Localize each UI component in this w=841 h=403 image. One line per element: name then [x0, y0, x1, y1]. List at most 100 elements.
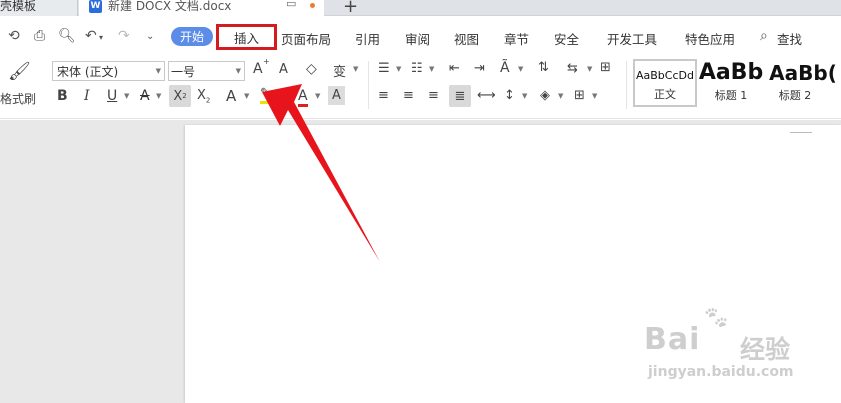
line-spacing-dropdown-icon[interactable]: ▼ [522, 92, 527, 100]
link-icon[interactable]: ⟲ [8, 28, 20, 44]
tab-bar: 稿壳模板 W 新建 DOCX 文档.docx ▭ + [0, 0, 841, 17]
tab-template-label: 稿壳模板 [0, 0, 37, 13]
font-size-select[interactable]: 一号 ▼ [168, 61, 245, 81]
italic-icon[interactable]: I [84, 88, 90, 104]
watermark-brand: Bai [644, 322, 701, 357]
superscript-glyph: X [173, 88, 183, 104]
tab-document[interactable]: W 新建 DOCX 文档.docx ▭ [79, 0, 324, 16]
paw-icon: 🐾︎ [702, 306, 730, 331]
ribbon-divider [626, 61, 627, 109]
font-size-value: 一号 [171, 64, 196, 79]
shading-fill-icon[interactable]: ◈ [540, 88, 550, 103]
ribbon-divider [368, 61, 369, 109]
print-preview-icon[interactable]: 🔍︎ [58, 28, 76, 44]
search-icon[interactable]: ⌕ [760, 28, 768, 44]
style-heading-1-label: 标题 1 [714, 89, 748, 102]
align-justify-icon[interactable]: ≣ [449, 85, 471, 107]
grow-font-plus-icon: + [263, 57, 270, 66]
customize-dropdown-icon[interactable]: ⌄ [146, 31, 154, 42]
tab-insert[interactable]: 插入 [216, 24, 277, 50]
unsaved-dot-icon [310, 3, 315, 8]
style-heading-1-sample: AaBb [698, 60, 764, 85]
text-direction-dropdown-icon[interactable]: ▼ [518, 65, 523, 73]
numbered-list-icon[interactable]: ☷ [411, 61, 423, 76]
paragraph-spacing-icon[interactable]: ⇆ [567, 61, 578, 76]
bullet-list-icon[interactable]: ☰ [378, 61, 390, 76]
decrease-indent-icon[interactable]: ⇤ [449, 61, 460, 76]
tab-start[interactable]: 开始 [171, 27, 213, 46]
tab-reference[interactable]: 引用 [355, 29, 380, 48]
phonetic-dropdown-icon[interactable]: ▼ [353, 65, 358, 73]
watermark-brand-suffix: 经验 [740, 335, 791, 364]
chevron-down-icon: ▼ [155, 67, 161, 75]
numbered-list-dropdown-icon[interactable]: ▼ [429, 65, 434, 73]
style-heading-2[interactable]: AaBb( 标题 2 [765, 59, 841, 107]
tab-view[interactable]: 视图 [454, 29, 479, 48]
borders-icon[interactable]: ⊞ [574, 88, 585, 103]
text-effect-dropdown-icon[interactable]: ▼ [244, 92, 249, 100]
chevron-down-icon: ▼ [235, 67, 241, 75]
font-name-value: 宋体 (正文) [57, 64, 119, 79]
strikethrough-dropdown-icon[interactable]: ▼ [156, 92, 161, 100]
distribute-icon[interactable]: ⟷ [477, 88, 496, 103]
style-heading-2-sample: AaBb( [769, 61, 837, 85]
watermark-url: jingyan.baidu.com [648, 364, 794, 380]
word-doc-icon: W [89, 0, 102, 13]
font-color-dropdown-icon[interactable]: ▼ [315, 92, 320, 100]
page-margin-marker [790, 126, 812, 133]
strikethrough-icon[interactable]: A [140, 88, 150, 104]
shading-fill-dropdown-icon[interactable]: ▼ [558, 92, 563, 100]
monitor-icon[interactable]: ▭ [286, 0, 296, 10]
redo-icon[interactable]: ↷ [118, 28, 130, 44]
text-direction-icon[interactable]: Ã [500, 60, 510, 76]
table-grid-icon[interactable]: ⊞ [600, 60, 611, 75]
highlight-icon[interactable]: ✎ [260, 86, 271, 104]
tab-document-label: 新建 DOCX 文档.docx [108, 0, 232, 13]
underline-icon[interactable]: U [107, 88, 117, 104]
increase-indent-icon[interactable]: ⇥ [474, 61, 485, 76]
new-tab-button[interactable]: + [343, 0, 358, 17]
subscript-glyph: X [197, 88, 206, 103]
tab-chapter[interactable]: 章节 [504, 29, 529, 48]
text-effect-icon[interactable]: A [226, 87, 236, 105]
menu-bar: ⟲ ⎙ 🔍︎ ↶ ▾ ↷ ⌄ 开始 插入 页面布局 引用 审阅 视图 章节 安全… [0, 17, 841, 55]
align-left-icon[interactable]: ≡ [378, 88, 389, 103]
tab-security[interactable]: 安全 [554, 29, 579, 48]
print-icon[interactable]: ⎙ [34, 28, 45, 44]
superscript-icon[interactable]: X2 [169, 85, 191, 107]
bullet-list-dropdown-icon[interactable]: ▼ [396, 65, 401, 73]
style-heading-1[interactable]: AaBb 标题 1 [699, 59, 763, 107]
undo-dropdown-icon[interactable]: ▾ [99, 33, 103, 42]
align-right-icon[interactable]: ≡ [428, 88, 439, 103]
format-painter-label[interactable]: 格式刷 [0, 90, 36, 107]
format-painter-icon[interactable]: 🖌︎ [8, 61, 31, 82]
ribbon-toolbar: 🖌︎ 格式刷 宋体 (正文) ▼ 一号 ▼ A + A ◇ 变 ▼ B I U … [0, 55, 841, 119]
tab-template[interactable]: 稿壳模板 [0, 0, 78, 16]
style-normal-sample: AaBbCcDd [636, 69, 694, 82]
align-center-icon[interactable]: ≡ [403, 88, 414, 103]
baidu-watermark: Bai 🐾︎ 经验 jingyan.baidu.com [644, 306, 841, 403]
style-normal[interactable]: AaBbCcDd 正文 [633, 59, 697, 107]
tab-layout[interactable]: 页面布局 [281, 29, 331, 48]
search-button[interactable]: 查找 [777, 29, 802, 48]
underline-dropdown-icon[interactable]: ▼ [124, 92, 129, 100]
grow-font-icon[interactable]: A [253, 61, 263, 77]
borders-dropdown-icon[interactable]: ▼ [592, 92, 597, 100]
subscript-icon[interactable]: X2 [197, 88, 210, 105]
shrink-font-icon[interactable]: A [279, 62, 288, 77]
tab-review[interactable]: 审阅 [405, 29, 430, 48]
tab-developer[interactable]: 开发工具 [607, 29, 657, 48]
bold-icon[interactable]: B [57, 88, 68, 104]
phonetic-guide-icon[interactable]: 变 [333, 61, 346, 80]
sort-icon[interactable]: ⇅ [538, 60, 549, 75]
style-heading-2-label: 标题 2 [778, 89, 812, 102]
font-name-select[interactable]: 宋体 (正文) ▼ [52, 61, 165, 81]
undo-icon[interactable]: ↶ [85, 28, 97, 44]
line-spacing-icon[interactable]: ↕ [504, 88, 515, 103]
paragraph-spacing-dropdown-icon[interactable]: ▼ [587, 65, 592, 73]
tab-special[interactable]: 特色应用 [685, 29, 735, 48]
char-shading-icon[interactable]: A [328, 86, 345, 105]
style-normal-label: 正文 [654, 88, 676, 101]
clear-format-icon[interactable]: ◇ [306, 61, 317, 77]
font-color-icon[interactable]: A [298, 88, 308, 107]
